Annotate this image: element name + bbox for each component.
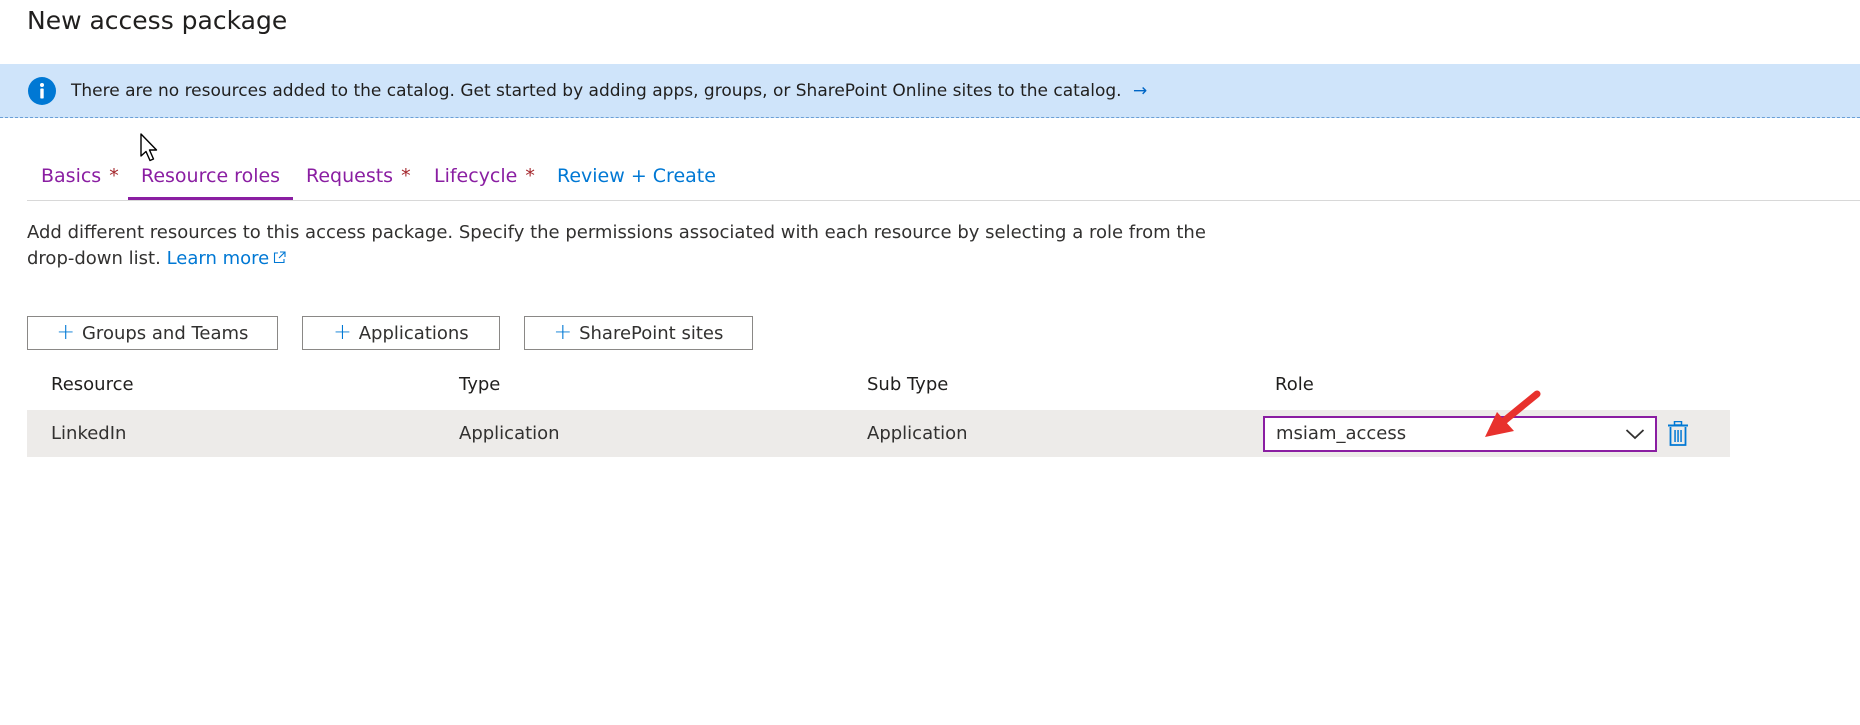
description: Add different resources to this access p…: [27, 220, 1207, 272]
tab-requests[interactable]: Requests *: [306, 164, 411, 200]
role-dropdown[interactable]: msiam_access: [1263, 416, 1657, 452]
role-dropdown-value: msiam_access: [1276, 423, 1407, 444]
tab-resource-roles[interactable]: Resource roles: [128, 164, 294, 200]
cell-type: Application: [459, 423, 560, 444]
table-row: LinkedIn Application Application msiam_a…: [27, 410, 1730, 457]
info-icon: [28, 77, 56, 105]
plus-icon: +: [553, 320, 573, 345]
table-header: Resource Type Sub Type Role: [27, 366, 1730, 410]
tab-lifecycle[interactable]: Lifecycle *: [434, 164, 535, 200]
button-label: SharePoint sites: [579, 322, 724, 344]
plus-icon: +: [56, 320, 75, 345]
banner-message-text: There are no resources added to the cata…: [71, 81, 1122, 101]
button-label: Groups and Teams: [81, 322, 249, 344]
learn-more-label: Learn more: [166, 248, 270, 269]
banner-message: There are no resources added to the cata…: [71, 64, 1147, 118]
column-header-sub-type: Sub Type: [867, 374, 949, 395]
tab-label: Lifecycle: [434, 165, 518, 187]
tab-label: Requests: [306, 165, 394, 187]
learn-more-link[interactable]: Learn more: [167, 248, 287, 269]
tab-basics[interactable]: Basics *: [41, 164, 119, 200]
add-sharepoint-sites-button[interactable]: + SharePoint sites: [524, 316, 753, 350]
add-groups-and-teams-button[interactable]: + Groups and Teams: [27, 316, 278, 350]
plus-icon: +: [333, 320, 352, 345]
required-marker: *: [525, 165, 535, 187]
arrow-right-icon[interactable]: →: [1133, 81, 1147, 101]
info-banner: There are no resources added to the cata…: [0, 64, 1860, 118]
tab-label: Basics: [41, 165, 102, 187]
add-applications-button[interactable]: + Applications: [302, 316, 500, 350]
external-link-icon: [274, 251, 286, 264]
button-label: Applications: [358, 322, 469, 344]
column-header-type: Type: [459, 374, 501, 395]
column-header-role: Role: [1275, 374, 1314, 395]
cell-resource: LinkedIn: [51, 423, 127, 444]
wizard-tabs: Basics * Resource roles Requests * Lifec…: [27, 158, 1860, 201]
tab-review-create[interactable]: Review + Create: [557, 164, 716, 200]
cell-sub-type: Application: [867, 423, 968, 444]
page-title: New access package: [27, 6, 288, 35]
tab-label: Resource roles: [141, 165, 281, 187]
required-marker: *: [109, 165, 119, 187]
tab-label: Review + Create: [557, 165, 716, 187]
required-marker: *: [401, 165, 411, 187]
chevron-down-icon: [1625, 429, 1645, 440]
resources-table: Resource Type Sub Type Role LinkedIn App…: [27, 366, 1730, 457]
column-header-resource: Resource: [51, 374, 134, 395]
delete-icon[interactable]: [1667, 421, 1689, 447]
